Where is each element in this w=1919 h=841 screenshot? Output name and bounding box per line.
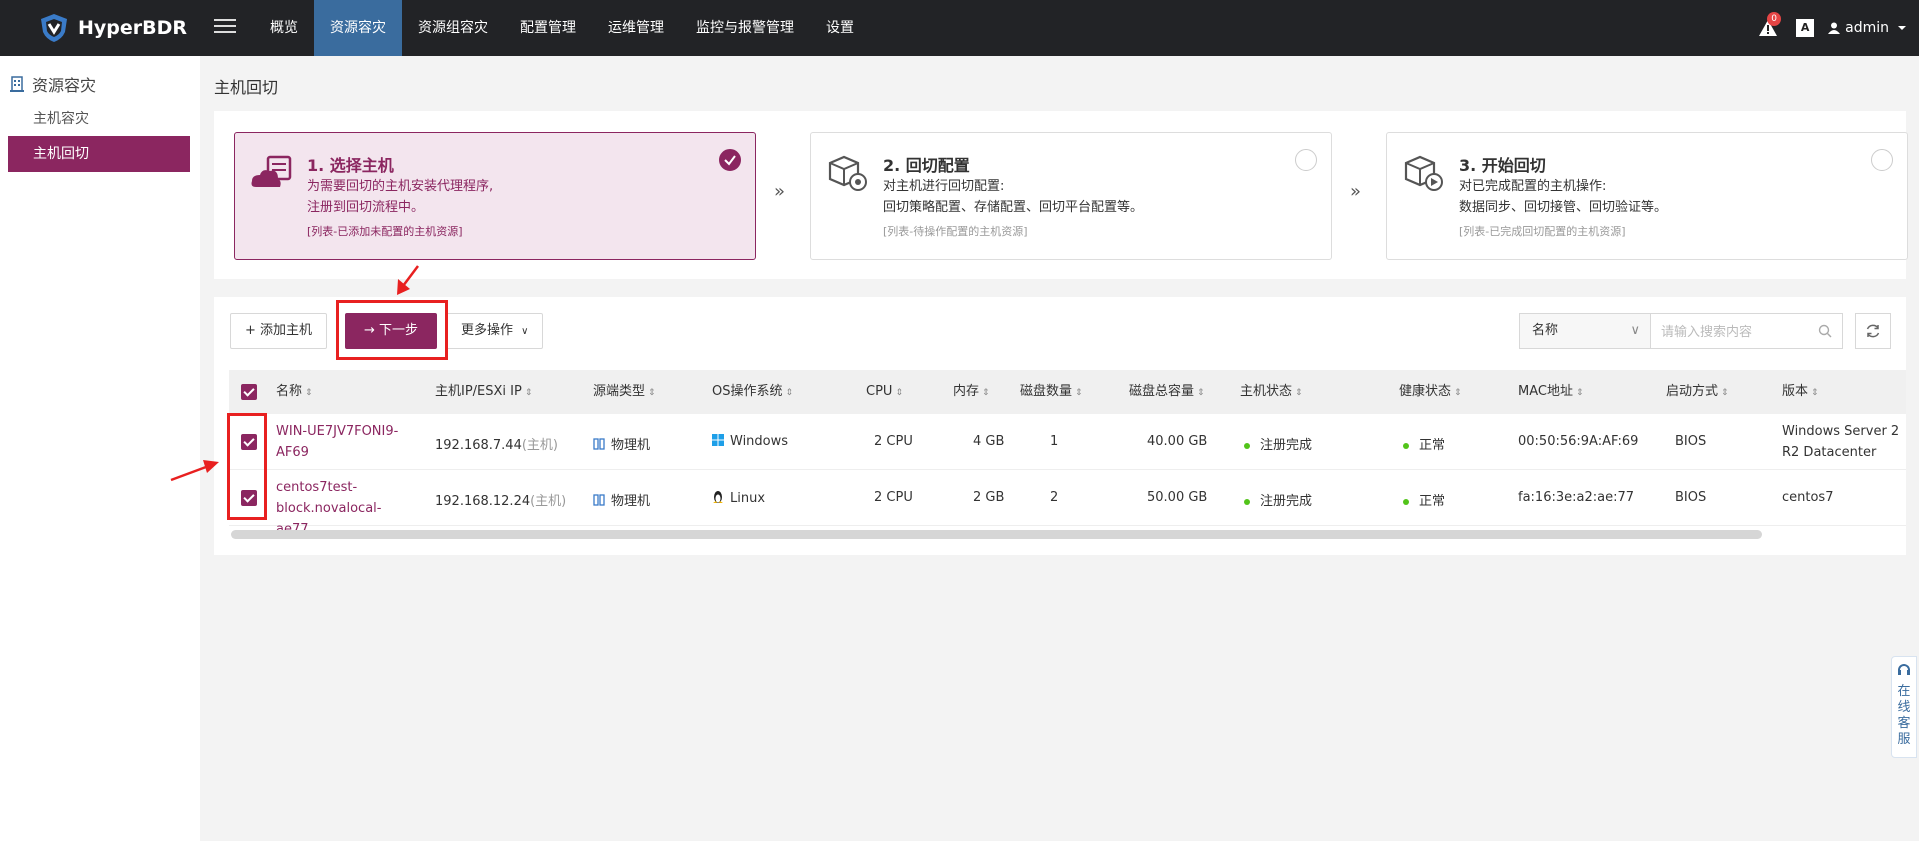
annotation-arrows (170, 265, 419, 482)
headset-icon (1898, 664, 1910, 675)
annotation-arrow-icon (170, 460, 219, 482)
online-support-widget[interactable]: 在线客服 (1891, 656, 1917, 758)
online-support-label: 在线客服 (1897, 684, 1911, 747)
annotation-arrow-icon (397, 265, 419, 295)
